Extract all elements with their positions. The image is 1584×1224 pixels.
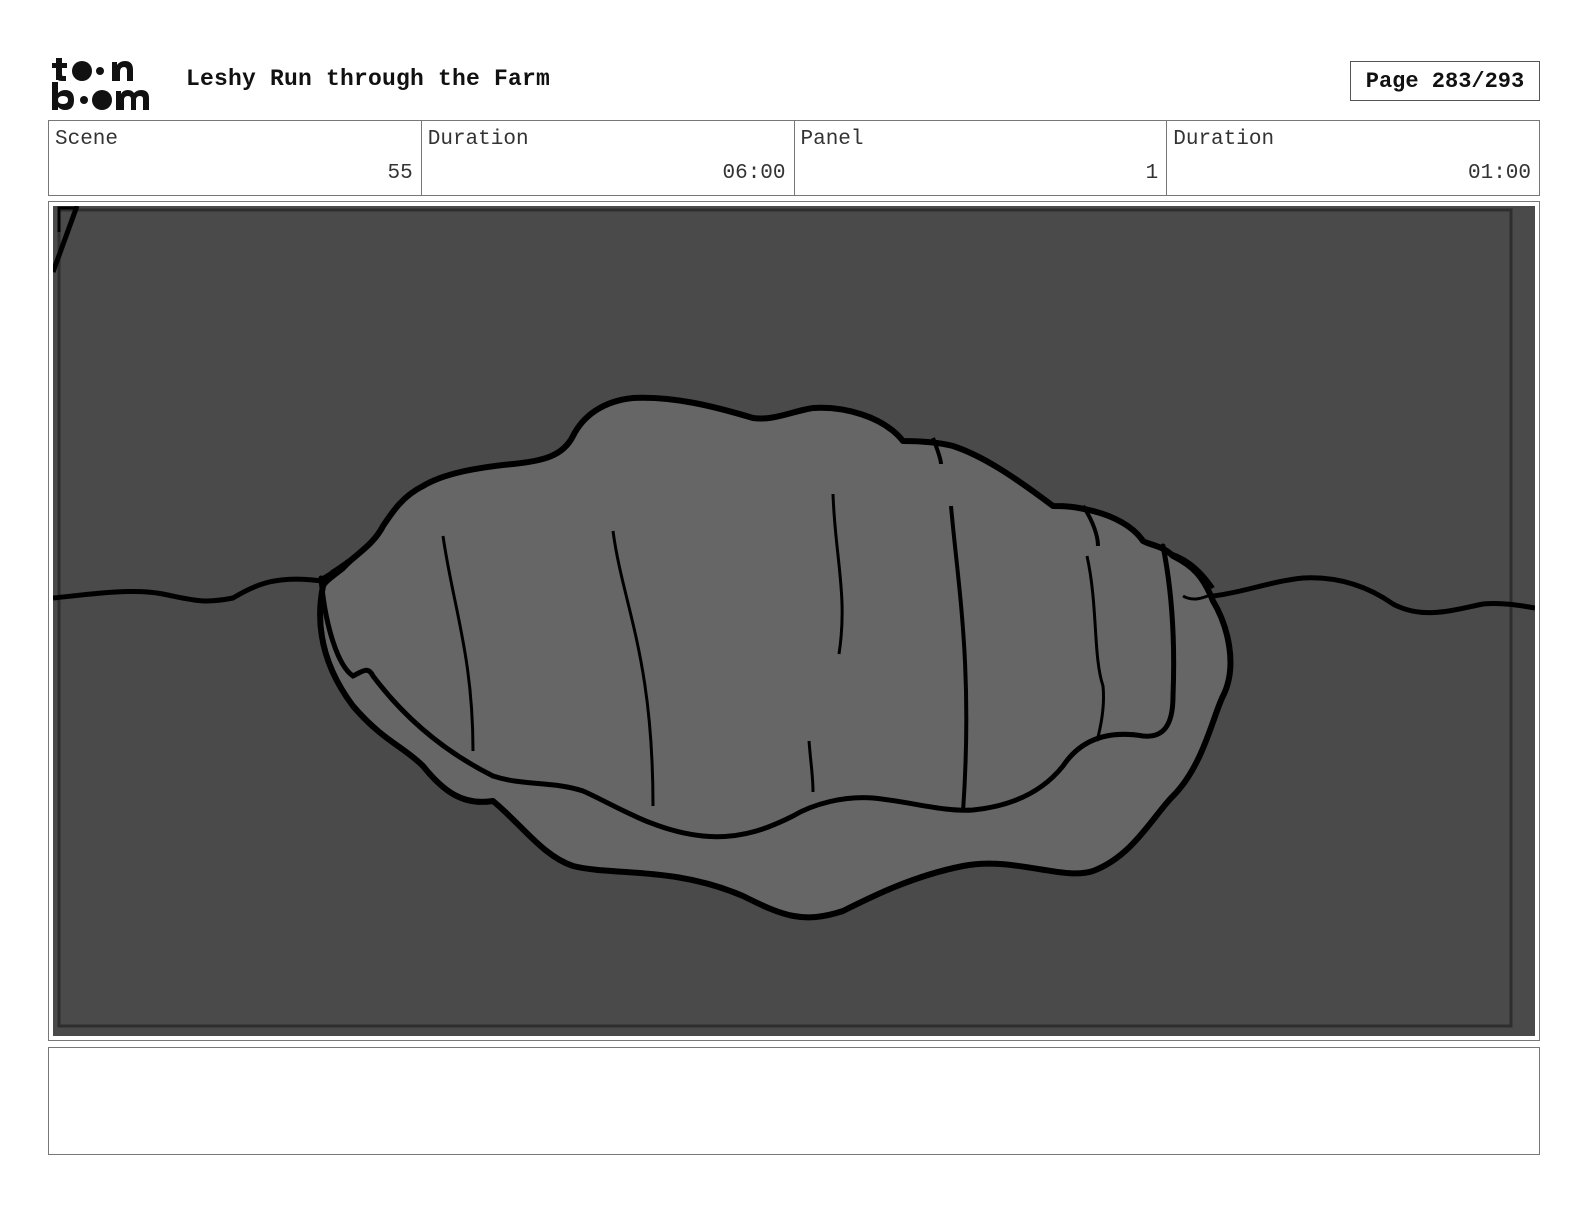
panel-cell: Panel 1 (795, 121, 1168, 195)
panel-duration-value: 01:00 (1467, 162, 1531, 185)
page-number: Page 283/293 (1350, 61, 1540, 101)
scene-cell: Scene 55 (49, 121, 422, 195)
panel-label: Panel (800, 128, 864, 151)
panel-duration-label: Duration (1173, 128, 1275, 151)
panel-value: 1 (1145, 162, 1159, 185)
scene-duration-value: 06:00 (722, 162, 786, 185)
scene-duration-label: Duration (427, 128, 529, 151)
storyboard-panel-drawing (53, 206, 1535, 1036)
panel-notes-box (48, 1047, 1540, 1155)
toonboom-logo-icon (52, 58, 149, 110)
scene-value: 55 (387, 162, 413, 185)
scene-duration-cell: Duration 06:00 (422, 121, 795, 195)
storyboard-title: Leshy Run through the Farm (186, 66, 551, 92)
scene-label: Scene (55, 128, 119, 151)
scene-info-row: Scene 55 Duration 06:00 Panel 1 Duration… (48, 120, 1540, 196)
panel-duration-cell: Duration 01:00 (1167, 121, 1539, 195)
